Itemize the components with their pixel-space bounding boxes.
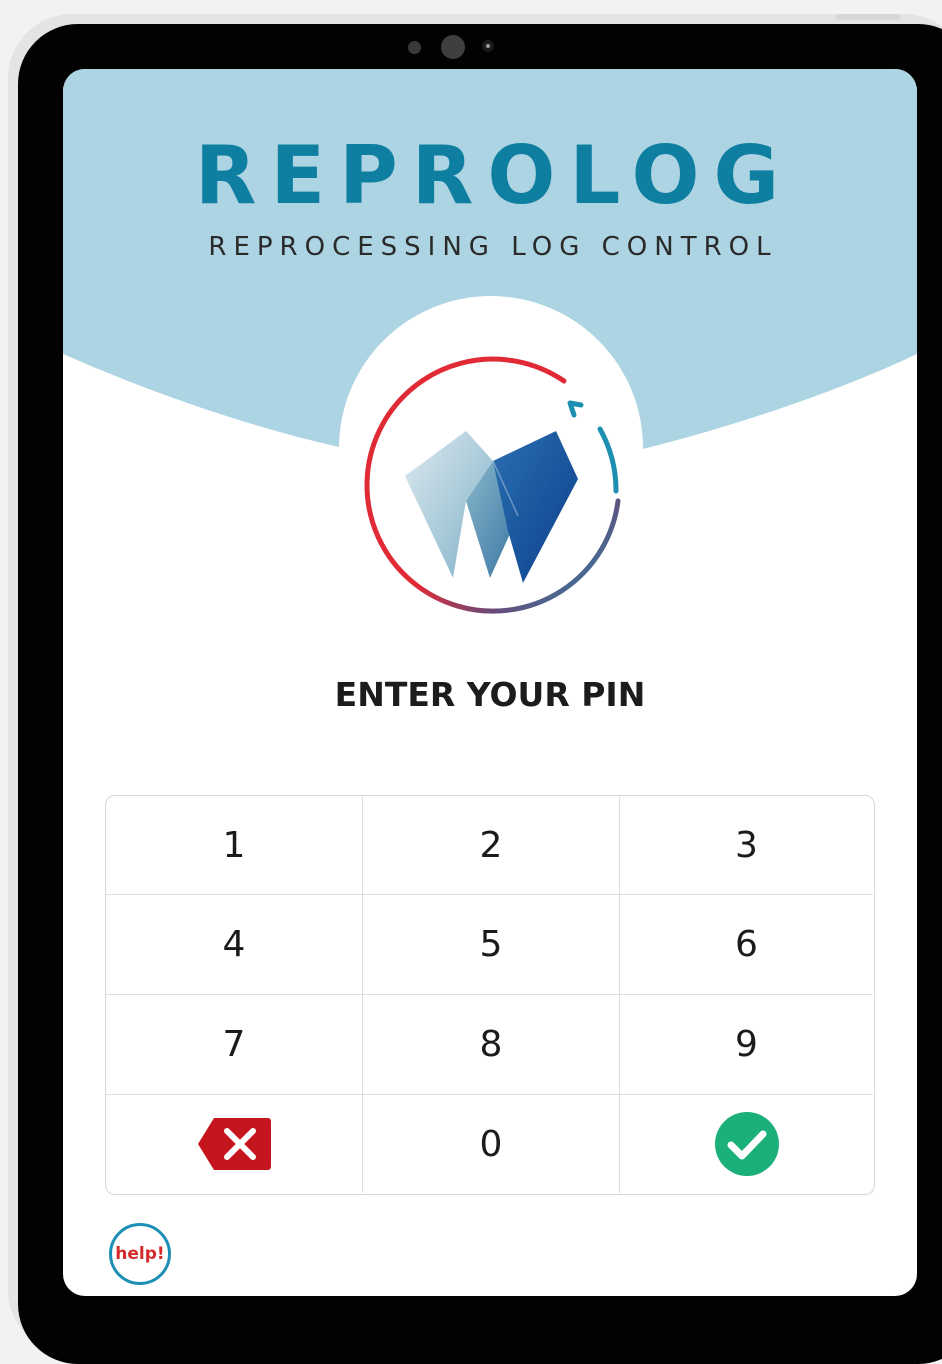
key-0[interactable]: 0 [363, 1095, 620, 1193]
help-button[interactable]: help! [109, 1223, 171, 1285]
camera-dot [441, 35, 465, 59]
key-4[interactable]: 4 [106, 895, 363, 995]
app-subtitle: REPROCESSING LOG CONTROL [208, 232, 778, 262]
key-6[interactable]: 6 [620, 895, 873, 995]
key-9[interactable]: 9 [620, 995, 873, 1095]
key-7[interactable]: 7 [106, 995, 363, 1095]
camera-lens [482, 40, 494, 52]
pin-keypad: 1 2 3 4 5 6 7 8 9 0 [105, 795, 875, 1195]
app-screen: REPROLOG REPROCESSING LOG CONTROL ENTER … [63, 69, 917, 1296]
key-1[interactable]: 1 [106, 796, 363, 895]
app-title: REPROLOG [194, 129, 794, 222]
delete-button[interactable] [106, 1095, 363, 1193]
key-3[interactable]: 3 [620, 796, 873, 895]
pin-prompt-heading: ENTER YOUR PIN [334, 675, 646, 714]
key-5[interactable]: 5 [363, 895, 620, 995]
check-icon [714, 1112, 779, 1176]
key-8[interactable]: 8 [363, 995, 620, 1095]
confirm-button[interactable] [620, 1095, 873, 1193]
key-2[interactable]: 2 [363, 796, 620, 895]
device-side-button [836, 14, 900, 20]
tooth-logo-icon [364, 356, 621, 614]
sensor-dot [408, 41, 421, 54]
close-icon [198, 1118, 271, 1170]
scene: REPROLOG REPROCESSING LOG CONTROL ENTER … [0, 0, 942, 1364]
